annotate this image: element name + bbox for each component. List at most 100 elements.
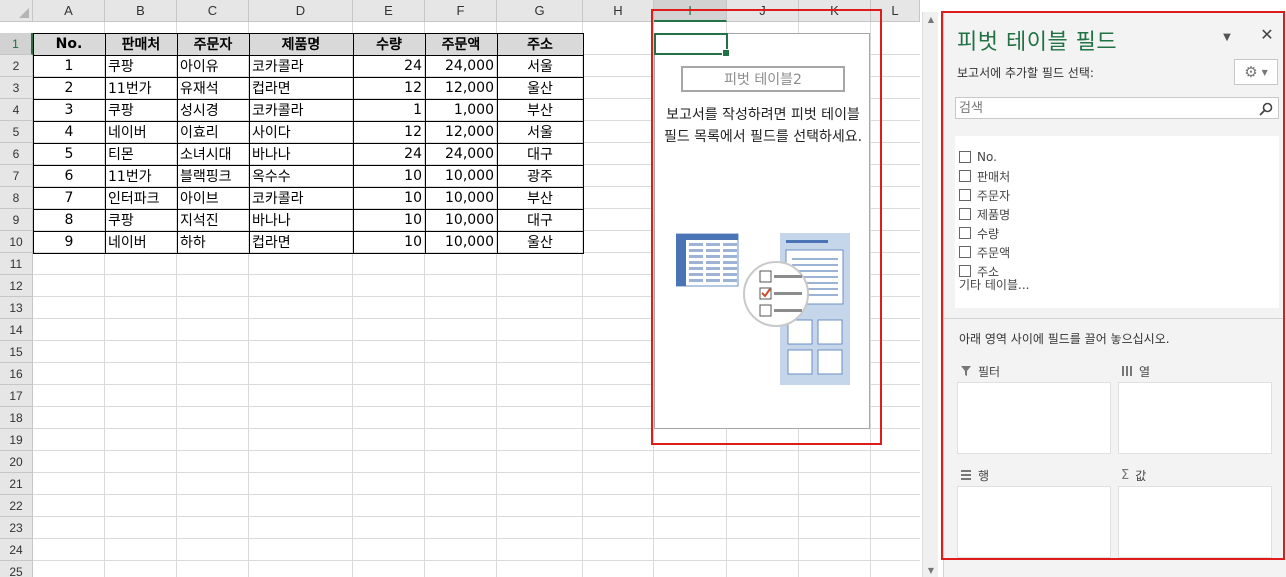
cell[interactable]: 1	[33, 55, 105, 77]
cell[interactable]: 제품명	[249, 33, 353, 55]
cell[interactable]: 하하	[177, 231, 249, 253]
cell[interactable]: 주문자	[177, 33, 249, 55]
cell[interactable]: 사이다	[249, 121, 353, 143]
row-header-25[interactable]: 25	[0, 561, 33, 577]
row-header-3[interactable]: 3	[0, 77, 33, 99]
cell[interactable]: 24,000	[425, 55, 497, 77]
row-header-20[interactable]: 20	[0, 451, 33, 473]
cell[interactable]: 울산	[497, 231, 583, 253]
cell[interactable]: 10,000	[425, 187, 497, 209]
cell[interactable]: 컵라면	[249, 77, 353, 99]
cell[interactable]: 옥수수	[249, 165, 353, 187]
cell[interactable]: 소녀시대	[177, 143, 249, 165]
cell[interactable]: 광주	[497, 165, 583, 187]
cell[interactable]: 부산	[497, 187, 583, 209]
cell[interactable]: 12,000	[425, 121, 497, 143]
scroll-up-arrow-icon[interactable]: ▲	[923, 12, 939, 26]
cell[interactable]: 네이버	[105, 121, 177, 143]
cell[interactable]: 이효리	[177, 121, 249, 143]
row-header-23[interactable]: 23	[0, 517, 33, 539]
cell[interactable]: 쿠팡	[105, 209, 177, 231]
row-header-12[interactable]: 12	[0, 275, 33, 297]
cell[interactable]: 10	[353, 209, 425, 231]
column-header-g[interactable]: G	[497, 0, 583, 22]
row-header-4[interactable]: 4	[0, 99, 33, 121]
cell[interactable]: 쿠팡	[105, 55, 177, 77]
cell[interactable]: 24	[353, 55, 425, 77]
row-header-2[interactable]: 2	[0, 55, 33, 77]
cell[interactable]: 10	[353, 231, 425, 253]
cell[interactable]: 대구	[497, 143, 583, 165]
cell[interactable]: 10,000	[425, 209, 497, 231]
cell[interactable]: 11번가	[105, 77, 177, 99]
cell[interactable]: 주문액	[425, 33, 497, 55]
cell[interactable]: 코카콜라	[249, 55, 353, 77]
cell[interactable]: 10	[353, 165, 425, 187]
cell[interactable]: 대구	[497, 209, 583, 231]
row-header-7[interactable]: 7	[0, 165, 33, 187]
cell[interactable]: 수량	[353, 33, 425, 55]
column-header-h[interactable]: H	[583, 0, 654, 22]
cell[interactable]: 바나나	[249, 143, 353, 165]
column-header-f[interactable]: F	[425, 0, 497, 22]
cell[interactable]: 성시경	[177, 99, 249, 121]
cell[interactable]: 9	[33, 231, 105, 253]
row-header-19[interactable]: 19	[0, 429, 33, 451]
cell[interactable]: 5	[33, 143, 105, 165]
vertical-scrollbar[interactable]: ▲ ▼	[922, 12, 938, 577]
cell[interactable]: 11번가	[105, 165, 177, 187]
cell[interactable]: 컵라면	[249, 231, 353, 253]
cell[interactable]: 12	[353, 77, 425, 99]
cell[interactable]: 24,000	[425, 143, 497, 165]
cell[interactable]: 24	[353, 143, 425, 165]
row-header-24[interactable]: 24	[0, 539, 33, 561]
row-header-16[interactable]: 16	[0, 363, 33, 385]
cell[interactable]: 주소	[497, 33, 583, 55]
cell[interactable]: 서울	[497, 55, 583, 77]
cell[interactable]: 2	[33, 77, 105, 99]
cell[interactable]: 부산	[497, 99, 583, 121]
cell[interactable]: 쿠팡	[105, 99, 177, 121]
cell[interactable]: 6	[33, 165, 105, 187]
row-header-21[interactable]: 21	[0, 473, 33, 495]
row-header-13[interactable]: 13	[0, 297, 33, 319]
cell[interactable]: 3	[33, 99, 105, 121]
cell[interactable]: 블랙핑크	[177, 165, 249, 187]
cell[interactable]: 10	[353, 187, 425, 209]
cell[interactable]: 코카콜라	[249, 99, 353, 121]
cell[interactable]: 12	[353, 121, 425, 143]
row-header-5[interactable]: 5	[0, 121, 33, 143]
row-header-14[interactable]: 14	[0, 319, 33, 341]
cell[interactable]: 유재석	[177, 77, 249, 99]
spreadsheet-grid[interactable]: ABCDEFGHIJKL 1 2 3 4 5 6 7 8 9 10 11 12 13 14 15 16 17 18…	[0, 0, 920, 577]
cell[interactable]: 10,000	[425, 231, 497, 253]
cell[interactable]: 아이브	[177, 187, 249, 209]
cell[interactable]: 10,000	[425, 165, 497, 187]
row-header-22[interactable]: 22	[0, 495, 33, 517]
cell[interactable]: 7	[33, 187, 105, 209]
cell[interactable]: 지석진	[177, 209, 249, 231]
cell[interactable]: 1	[353, 99, 425, 121]
cell[interactable]: 판매처	[105, 33, 177, 55]
column-header-d[interactable]: D	[249, 0, 353, 22]
row-header-17[interactable]: 17	[0, 385, 33, 407]
row-header-9[interactable]: 9	[0, 209, 33, 231]
row-header-18[interactable]: 18	[0, 407, 33, 429]
cell[interactable]: 4	[33, 121, 105, 143]
cell[interactable]: 12,000	[425, 77, 497, 99]
row-header-1[interactable]: 1	[0, 33, 33, 55]
cell[interactable]: 서울	[497, 121, 583, 143]
select-all-corner[interactable]	[0, 0, 33, 22]
row-header-15[interactable]: 15	[0, 341, 33, 363]
cell[interactable]: 8	[33, 209, 105, 231]
cell[interactable]: 티몬	[105, 143, 177, 165]
column-header-b[interactable]: B	[105, 0, 177, 22]
cell[interactable]: 바나나	[249, 209, 353, 231]
row-header-11[interactable]: 11	[0, 253, 33, 275]
row-header-10[interactable]: 10	[0, 231, 33, 253]
row-header-8[interactable]: 8	[0, 187, 33, 209]
column-header-e[interactable]: E	[353, 0, 425, 22]
column-header-a[interactable]: A	[33, 0, 105, 22]
cell[interactable]: 울산	[497, 77, 583, 99]
cell[interactable]: 인터파크	[105, 187, 177, 209]
